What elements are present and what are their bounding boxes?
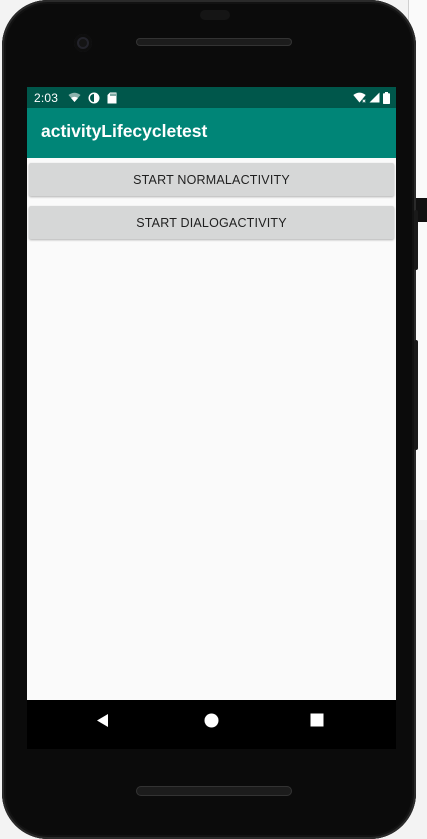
proximity-sensor bbox=[200, 10, 230, 20]
start-normal-activity-button[interactable]: START NORMALACTIVITY bbox=[29, 163, 394, 196]
sd-card-icon bbox=[107, 92, 117, 103]
system-status-icons bbox=[353, 87, 390, 108]
power-button bbox=[414, 210, 418, 270]
emulator-window: 2:03 activityLifecycletest START NORMALA… bbox=[0, 0, 427, 839]
wifi-question-icon bbox=[68, 92, 81, 102]
device-screen: 2:03 activityLifecycletest START NORMALA… bbox=[27, 87, 396, 749]
earpiece-speaker bbox=[136, 38, 292, 46]
main-content: START NORMALACTIVITY START DIALOGACTIVIT… bbox=[27, 158, 396, 700]
notification-icons bbox=[68, 92, 117, 104]
wifi-icon bbox=[353, 92, 366, 103]
recents-icon bbox=[310, 713, 324, 727]
data-saver-icon bbox=[88, 92, 100, 103]
app-title: activityLifecycletest bbox=[41, 121, 208, 141]
home-icon bbox=[204, 713, 218, 727]
bottom-speaker bbox=[136, 786, 292, 796]
volume-button bbox=[414, 340, 418, 450]
nav-back-button[interactable] bbox=[79, 700, 127, 740]
start-dialog-activity-button[interactable]: START DIALOGACTIVITY bbox=[29, 206, 394, 239]
app-toolbar: activityLifecycletest bbox=[27, 108, 396, 158]
status-bar: 2:03 bbox=[27, 87, 396, 108]
status-time: 2:03 bbox=[34, 90, 59, 105]
nav-recents-button[interactable] bbox=[293, 700, 341, 740]
navigation-bar bbox=[27, 700, 396, 749]
back-icon bbox=[97, 713, 108, 727]
nav-home-button[interactable] bbox=[187, 700, 235, 740]
front-camera-icon bbox=[74, 34, 92, 52]
signal-icon bbox=[369, 92, 380, 103]
battery-icon bbox=[383, 91, 390, 104]
